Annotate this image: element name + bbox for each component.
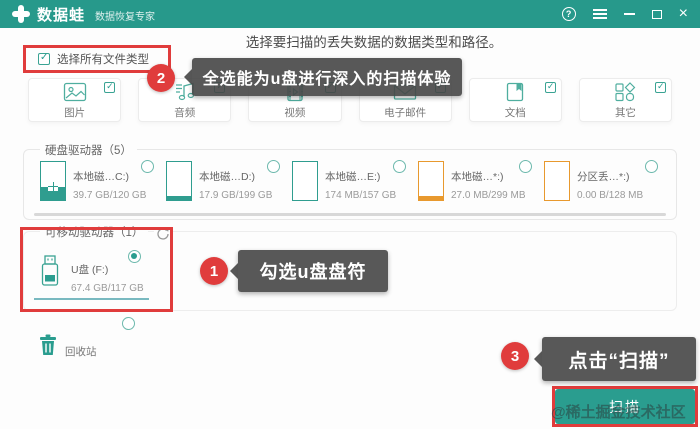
card-label: 音频 bbox=[174, 107, 196, 119]
documents-checkbox[interactable] bbox=[544, 81, 556, 93]
drive-name: 本地磁…C:) bbox=[73, 171, 129, 183]
removable-drives-title: 可移动驱动器（1） bbox=[40, 224, 149, 240]
horizontal-scrollbar[interactable] bbox=[34, 213, 666, 216]
drive-gauge-icon bbox=[166, 161, 192, 201]
select-all-label: 选择所有文件类型 bbox=[57, 54, 149, 66]
images-checkbox[interactable] bbox=[104, 81, 116, 93]
recycle-bin-icon[interactable] bbox=[38, 333, 58, 356]
drive-capacity: 27.0 MB/299 MB bbox=[451, 190, 526, 201]
drive-item-4[interactable]: 本地磁…*:) 27.0 MB/299 MB bbox=[418, 160, 544, 203]
drive-gauge-icon bbox=[544, 161, 570, 201]
drive-capacity: 0.00 B/128 MB bbox=[577, 190, 644, 201]
image-icon bbox=[63, 82, 87, 102]
drive-item-d[interactable]: 本地磁…D:) 17.9 GB/199 GB bbox=[166, 160, 292, 203]
radio-drive-c[interactable] bbox=[141, 160, 154, 173]
hard-drives-title: 硬盘驱动器（5） bbox=[40, 142, 137, 158]
card-label: 电子邮件 bbox=[384, 107, 427, 119]
drive-item-e[interactable]: 本地磁…E:) 174 MB/157 GB bbox=[292, 160, 418, 203]
drive-name: 本地磁…E:) bbox=[325, 171, 381, 183]
minimize-icon[interactable] bbox=[623, 13, 635, 15]
highlight-box-step3: 扫描 bbox=[552, 386, 698, 427]
scan-button[interactable]: 扫描 bbox=[555, 389, 695, 424]
document-icon bbox=[505, 82, 525, 102]
drive-gauge-icon bbox=[292, 161, 318, 201]
close-icon[interactable]: × bbox=[679, 6, 688, 22]
maximize-icon[interactable] bbox=[651, 9, 662, 19]
radio-drive-d[interactable] bbox=[267, 160, 280, 173]
drive-name: 本地磁…*:) bbox=[451, 171, 504, 183]
step-1-badge: 1 bbox=[200, 257, 228, 285]
window-controls: ? × bbox=[561, 6, 688, 22]
app-subtitle: 数据恢复专家 bbox=[95, 12, 156, 23]
card-label: 其它 bbox=[614, 107, 636, 119]
refresh-icon[interactable] bbox=[154, 227, 172, 241]
app-brand-name: 数据蛙 bbox=[37, 6, 86, 24]
radio-usb-drive[interactable] bbox=[128, 250, 141, 263]
hard-drives-panel: 硬盘驱动器（5） 本地磁…C:) 39.7 GB/120 GB 本地磁…D:) 17… bbox=[23, 142, 677, 220]
drive-item-c[interactable]: 本地磁…C:) 39.7 GB/120 GB bbox=[40, 160, 166, 203]
recycle-bin-label: 回收站 bbox=[65, 346, 97, 358]
step-3-badge: 3 bbox=[501, 342, 529, 370]
card-label: 文档 bbox=[504, 107, 526, 119]
card-documents[interactable]: 文档 bbox=[468, 78, 562, 122]
card-images[interactable]: 图片 bbox=[28, 78, 122, 122]
usb-selected-underline bbox=[34, 298, 149, 300]
help-icon[interactable]: ? bbox=[561, 7, 576, 21]
radio-recycle-bin[interactable] bbox=[122, 317, 135, 330]
menu-icon[interactable] bbox=[592, 13, 607, 15]
radio-drive-e[interactable] bbox=[393, 160, 406, 173]
other-checkbox[interactable] bbox=[655, 81, 667, 93]
drive-capacity: 174 MB/157 GB bbox=[325, 190, 397, 201]
drive-item-lost-partition[interactable]: 分区丢…*:) 0.00 B/128 MB bbox=[544, 160, 670, 203]
drive-gauge-icon bbox=[40, 161, 66, 201]
step-2-badge: 2 bbox=[147, 64, 175, 92]
step-1-tooltip: 勾选u盘盘符 bbox=[230, 250, 388, 292]
card-label: 视频 bbox=[284, 107, 306, 119]
usb-drive-icon bbox=[38, 254, 62, 296]
titlebar: 数据蛙 数据恢复专家 ? × bbox=[0, 0, 700, 28]
drive-gauge-icon bbox=[418, 161, 444, 201]
datafrog-app-window: 数据蛙 数据恢复专家 ? × 选择要扫描的丢失数据的数据类型和路径。 选择所有文… bbox=[0, 0, 700, 429]
drive-capacity: 39.7 GB/120 GB bbox=[73, 190, 147, 201]
usb-drive-item[interactable]: U盘 (F:) 67.4 GB/117 GB bbox=[38, 254, 144, 296]
select-all-checkbox[interactable] bbox=[38, 52, 50, 65]
step-3-tooltip: 点击“扫描” bbox=[534, 337, 696, 381]
windows-logo-icon bbox=[48, 182, 58, 191]
card-label: 图片 bbox=[64, 107, 86, 119]
radio-drive-lost-partition[interactable] bbox=[645, 160, 658, 173]
drive-capacity: 17.9 GB/199 GB bbox=[199, 190, 273, 201]
drive-name: 本地磁…D:) bbox=[199, 171, 255, 183]
usb-drive-capacity: 67.4 GB/117 GB bbox=[71, 283, 144, 294]
usb-drive-name: U盘 (F:) bbox=[71, 264, 109, 276]
step-2-tooltip: 全选能为u盘进行深入的扫描体验 bbox=[184, 58, 462, 96]
card-other[interactable]: 其它 bbox=[578, 78, 673, 122]
drive-name: 分区丢…*:) bbox=[577, 171, 630, 183]
datafrog-logo-icon bbox=[12, 5, 30, 23]
radio-drive-4[interactable] bbox=[519, 160, 532, 173]
other-types-icon bbox=[614, 82, 636, 102]
